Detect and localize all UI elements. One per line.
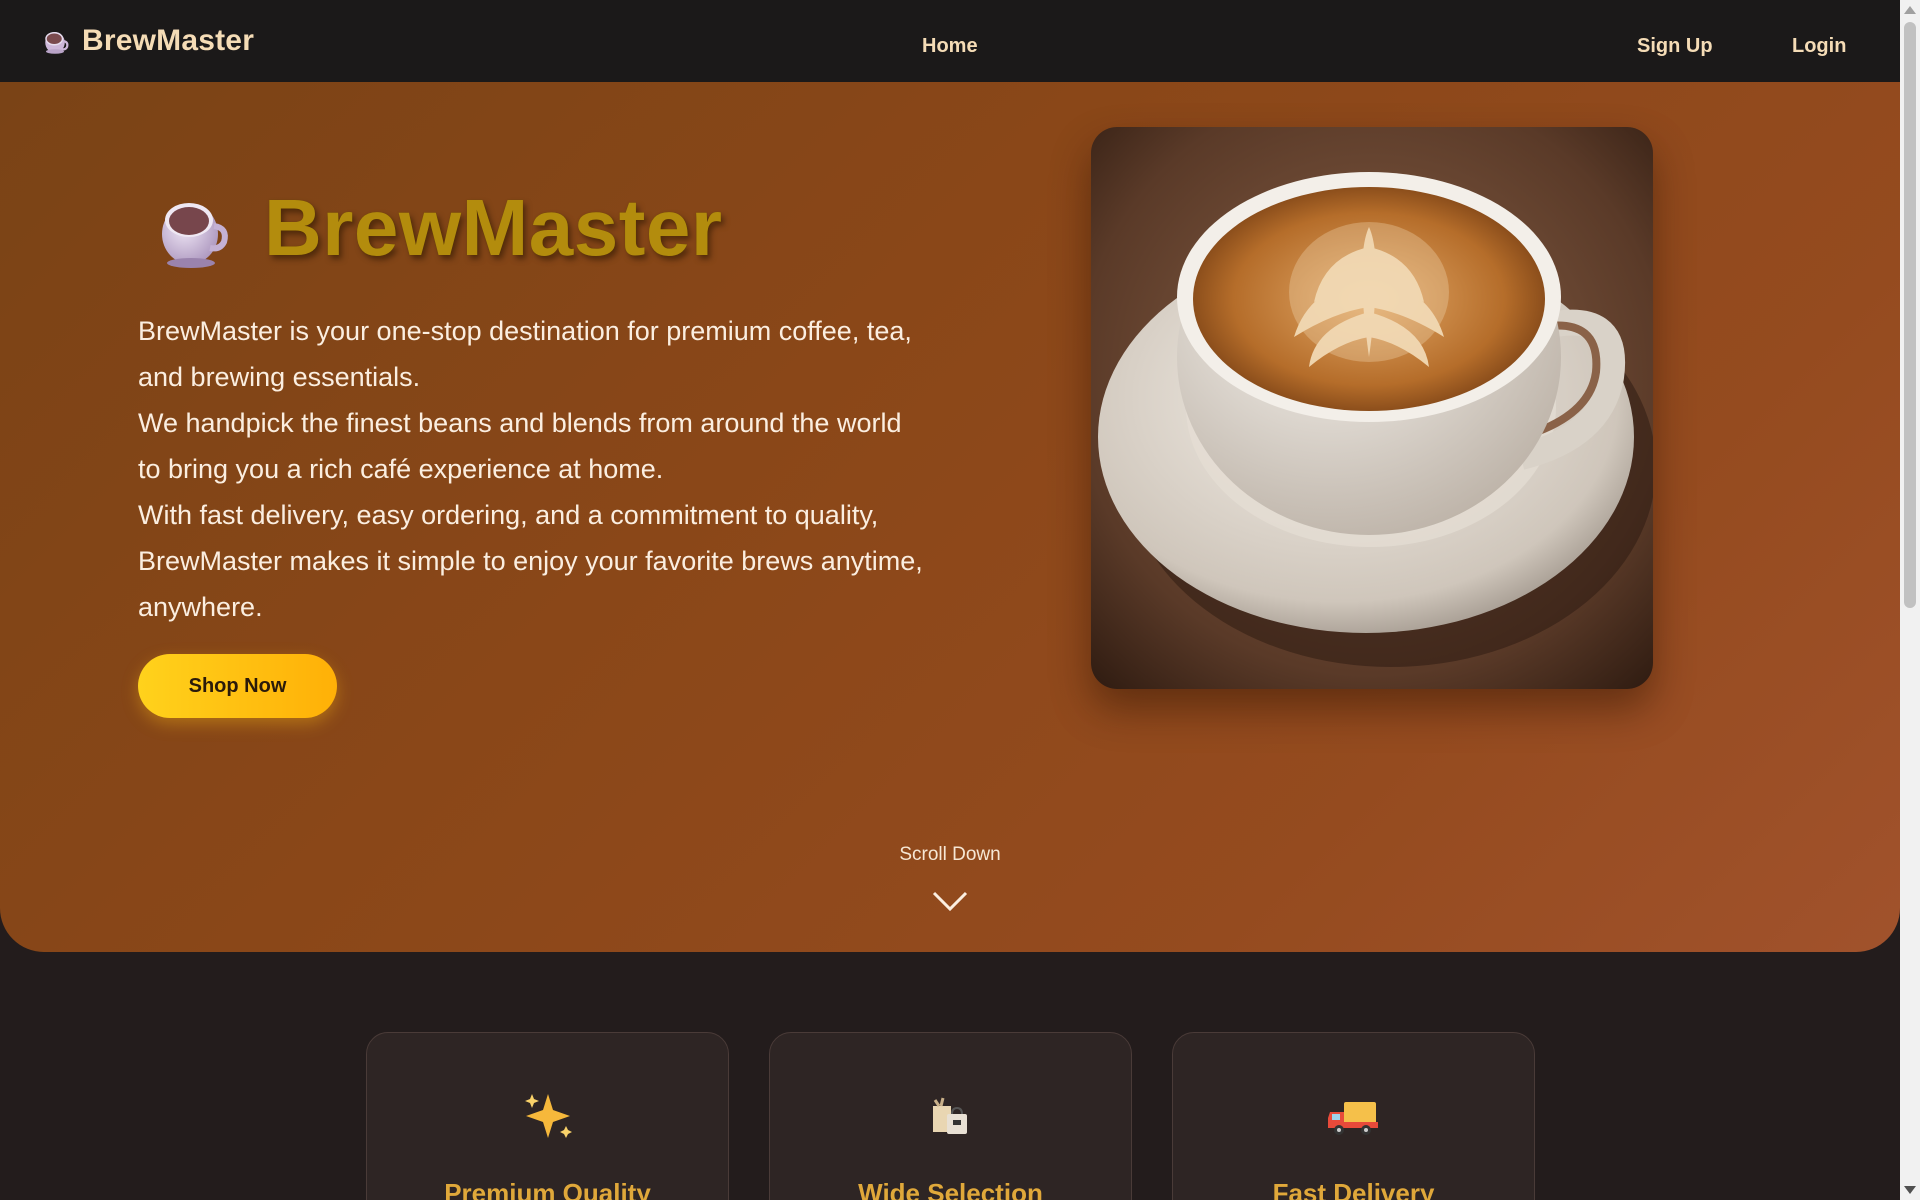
- nav-home-link[interactable]: Home: [922, 0, 978, 82]
- scrollbar-thumb[interactable]: [1904, 22, 1916, 608]
- hero-title: BrewMaster: [264, 183, 723, 272]
- feature-card-premium-quality: Premium Quality: [366, 1032, 729, 1200]
- feature-card-wide-selection: Wide Selection: [769, 1032, 1132, 1200]
- feature-card-fast-delivery: Fast Delivery: [1172, 1032, 1535, 1200]
- page-scrollbar[interactable]: [1900, 0, 1920, 1200]
- hero-paragraph: BrewMaster is your one-stop destination …: [138, 316, 912, 392]
- navbar: BrewMaster Home Sign Up Login: [0, 0, 1900, 82]
- scroll-down-arrow-icon[interactable]: [1904, 1186, 1916, 1194]
- scroll-up-arrow-icon[interactable]: [1904, 6, 1916, 14]
- coffee-cup-icon: [45, 32, 69, 54]
- hero-paragraph: With fast delivery, easy ordering, and a…: [138, 500, 923, 622]
- hero-paragraph: We handpick the finest beans and blends …: [138, 408, 902, 484]
- feature-title: Premium Quality: [444, 1178, 651, 1200]
- nav-login-link[interactable]: Login: [1792, 0, 1846, 82]
- feature-title: Fast Delivery: [1272, 1178, 1435, 1200]
- hero-title-row: BrewMaster: [150, 182, 723, 274]
- delivery-truck-icon: [1173, 1088, 1534, 1159]
- feature-title: Wide Selection: [858, 1178, 1043, 1200]
- hero-section: BrewMaster BrewMaster is your one-stop d…: [0, 82, 1900, 952]
- hero-description: BrewMaster is your one-stop destination …: [138, 308, 928, 630]
- scroll-down-label[interactable]: Scroll Down: [850, 844, 1050, 866]
- shopping-bags-icon: [770, 1088, 1131, 1159]
- brand-logo[interactable]: BrewMaster: [40, 0, 254, 82]
- chevron-down-icon[interactable]: [932, 890, 968, 912]
- shop-now-button[interactable]: Shop Now: [138, 654, 337, 718]
- coffee-cup-icon: [162, 203, 228, 268]
- sparkles-icon: [367, 1088, 728, 1159]
- brand-name: BrewMaster: [82, 24, 255, 57]
- latte-art-image: [1091, 127, 1653, 689]
- hero-latte-image: [1091, 127, 1653, 689]
- nav-signup-link[interactable]: Sign Up: [1637, 0, 1713, 82]
